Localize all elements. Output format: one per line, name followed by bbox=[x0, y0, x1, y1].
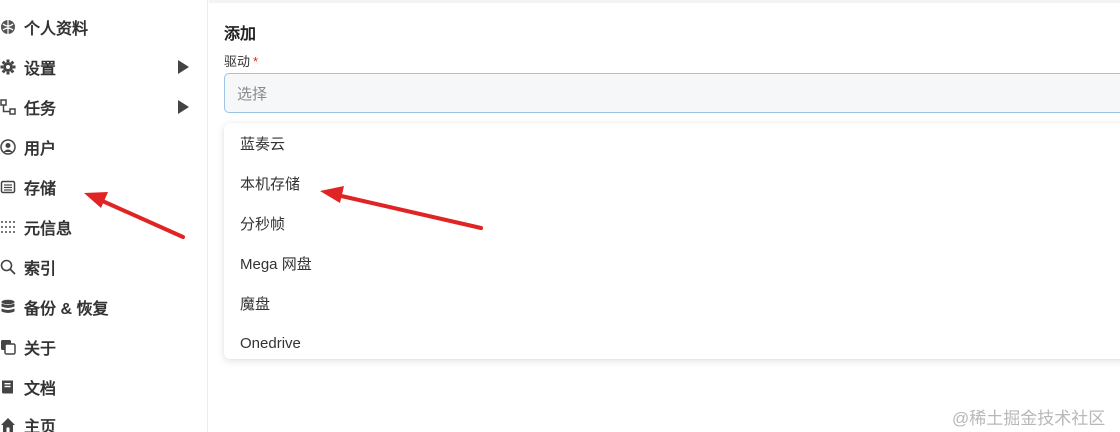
database-icon bbox=[0, 299, 16, 315]
sidebar-item-meta[interactable]: 元信息 bbox=[0, 207, 208, 247]
dropdown-option-lanzou[interactable]: 蓝奏云 bbox=[224, 123, 1120, 163]
sidebar-item-profile[interactable]: 个人资料 bbox=[0, 7, 208, 47]
page-title: 添加 bbox=[224, 26, 257, 43]
sidebar-item-label: 文档 bbox=[24, 381, 57, 398]
driver-label-text: 驱动 bbox=[224, 54, 251, 69]
sidebar-item-tasks[interactable]: 任务 bbox=[0, 87, 208, 127]
meta-icon bbox=[0, 219, 16, 235]
sidebar-item-label: 元信息 bbox=[24, 221, 73, 238]
sidebar-item-index[interactable]: 索引 bbox=[0, 247, 208, 287]
driver-dropdown: 蓝奏云 本机存储 分秒帧 Mega 网盘 魔盘 Onedrive bbox=[224, 123, 1120, 359]
chevron-right-icon[interactable] bbox=[178, 100, 189, 114]
dropdown-option-mega[interactable]: Mega 网盘 bbox=[224, 243, 1120, 283]
tasks-icon bbox=[0, 99, 16, 115]
dropdown-option-onedrive[interactable]: Onedrive bbox=[224, 323, 1120, 363]
sidebar-item-label: 备份 & 恢复 bbox=[24, 301, 109, 318]
sidebar-item-storage[interactable]: 存储 bbox=[0, 167, 208, 207]
home-icon bbox=[0, 417, 16, 432]
storage-icon bbox=[0, 179, 16, 195]
gear-icon bbox=[0, 59, 16, 75]
dropdown-option-local[interactable]: 本机存储 bbox=[224, 163, 1120, 203]
divider bbox=[209, 0, 1120, 3]
search-icon bbox=[0, 259, 16, 275]
sidebar-item-label: 设置 bbox=[24, 61, 57, 78]
sidebar-item-label: 存储 bbox=[24, 181, 57, 198]
dropdown-option-fenmiaozhen[interactable]: 分秒帧 bbox=[224, 203, 1120, 243]
sidebar-item-label: 索引 bbox=[24, 261, 57, 278]
sidebar-item-backup[interactable]: 备份 & 恢复 bbox=[0, 287, 208, 327]
sidebar-item-about[interactable]: 关于 bbox=[0, 327, 208, 367]
app-root: 个人资料 设置 任务 用户 存储 元信息 索引 备份 & 恢复 关于 文档 主页… bbox=[0, 0, 1120, 432]
sidebar-item-label: 主页 bbox=[24, 419, 57, 432]
chevron-right-icon[interactable] bbox=[178, 60, 189, 74]
sidebar-item-users[interactable]: 用户 bbox=[0, 127, 208, 167]
required-mark: * bbox=[253, 54, 259, 69]
user-icon bbox=[0, 139, 16, 155]
driver-select[interactable]: 选择 bbox=[224, 73, 1120, 113]
driver-label: 驱动 * bbox=[224, 51, 258, 70]
sidebar-item-home[interactable]: 主页 bbox=[0, 405, 208, 432]
select-placeholder: 选择 bbox=[237, 85, 268, 103]
main-panel: 添加 驱动 * 选择 蓝奏云 本机存储 分秒帧 Mega 网盘 魔盘 Onedri… bbox=[209, 0, 1120, 432]
dropdown-option-mopan[interactable]: 魔盘 bbox=[224, 283, 1120, 323]
sidebar-item-label: 关于 bbox=[24, 341, 57, 358]
copy-icon bbox=[0, 339, 16, 355]
sidebar-item-label: 个人资料 bbox=[24, 21, 89, 38]
profile-icon bbox=[0, 19, 16, 35]
sidebar-item-settings[interactable]: 设置 bbox=[0, 47, 208, 87]
sidebar-item-docs[interactable]: 文档 bbox=[0, 367, 208, 407]
watermark: @稀土掘金技术社区 bbox=[952, 409, 1106, 428]
sidebar: 个人资料 设置 任务 用户 存储 元信息 索引 备份 & 恢复 关于 文档 主页 bbox=[0, 0, 208, 432]
sidebar-item-label: 用户 bbox=[24, 141, 57, 158]
book-icon bbox=[0, 379, 16, 395]
sidebar-item-label: 任务 bbox=[24, 101, 57, 118]
